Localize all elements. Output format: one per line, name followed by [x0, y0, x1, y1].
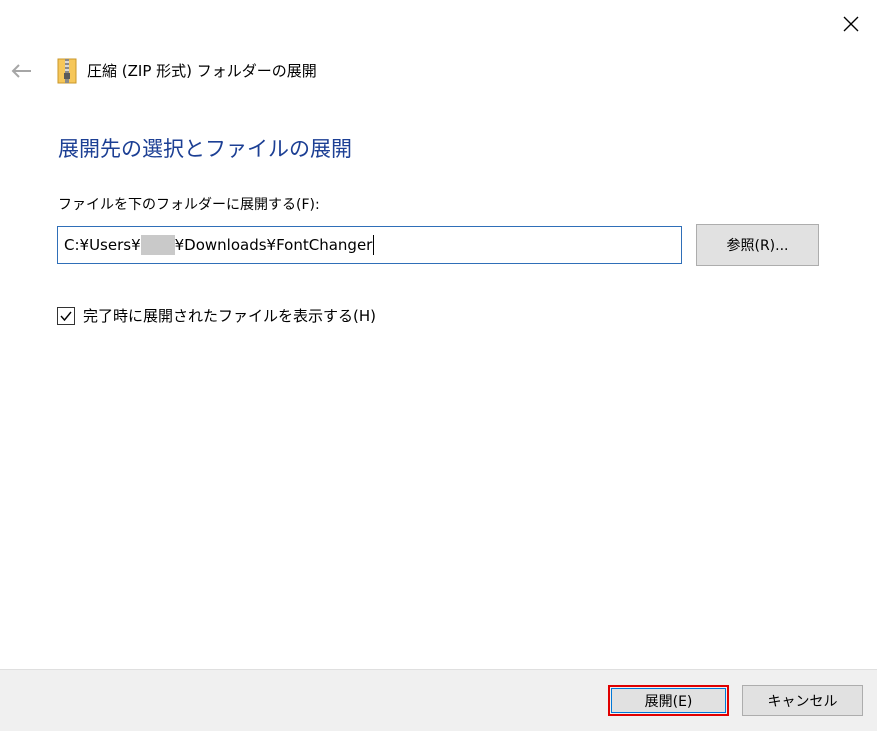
destination-path-input[interactable]: C:¥Users¥ ¥Downloads¥FontChanger: [57, 226, 682, 264]
back-button[interactable]: [6, 56, 36, 86]
path-suffix: ¥Downloads¥FontChanger: [174, 236, 373, 254]
close-icon: [843, 16, 859, 32]
page-heading: 展開先の選択とファイルの展開: [58, 137, 352, 161]
zip-folder-icon: [57, 58, 77, 84]
redacted-username: [140, 235, 175, 255]
text-caret: [373, 235, 375, 255]
browse-button[interactable]: 参照(R)...: [696, 224, 819, 266]
extract-button[interactable]: 展開(E): [611, 688, 726, 713]
back-arrow-icon: [11, 64, 31, 78]
extract-wizard-window: 圧縮 (ZIP 形式) フォルダーの展開 展開先の選択とファイルの展開 ファイル…: [0, 0, 877, 731]
cancel-button[interactable]: キャンセル: [742, 685, 863, 716]
extract-button-highlight[interactable]: 展開(E): [608, 685, 729, 716]
path-prefix: C:¥Users¥: [64, 236, 141, 254]
show-files-checkbox[interactable]: [57, 307, 75, 325]
checkmark-icon: [60, 311, 72, 322]
close-button[interactable]: [833, 6, 869, 42]
show-files-label: 完了時に展開されたファイルを表示する(H): [83, 307, 376, 325]
destination-label: ファイルを下のフォルダーに展開する(F):: [58, 197, 320, 213]
wizard-title: 圧縮 (ZIP 形式) フォルダーの展開: [87, 62, 317, 80]
show-files-option[interactable]: 完了時に展開されたファイルを表示する(H): [57, 305, 376, 327]
